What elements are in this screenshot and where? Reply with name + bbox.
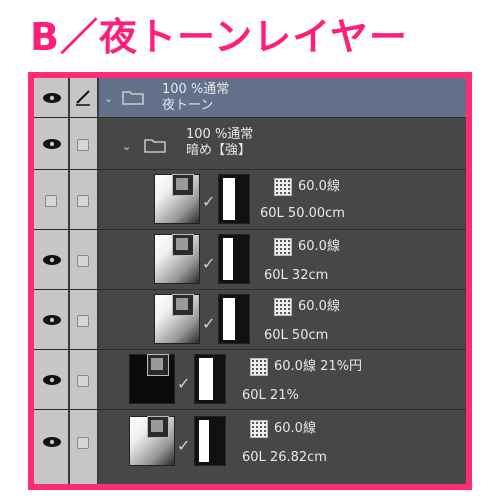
eye-icon[interactable] [42, 314, 62, 326]
mask-link-icon: ✓ [177, 374, 191, 393]
layer-folder-row[interactable]: ⌄ 100 %通常 夜トーン [34, 78, 466, 118]
mask-link-icon: ✓ [202, 314, 216, 333]
mask-thumbnail [194, 354, 226, 404]
edit-checkbox[interactable] [77, 255, 89, 267]
folder-icon [122, 91, 144, 105]
tone-badge-icon [147, 416, 169, 438]
mask-thumbnail [194, 416, 226, 466]
edit-checkbox[interactable] [77, 195, 89, 207]
tone-badge-icon [172, 234, 194, 256]
eye-icon[interactable] [42, 374, 62, 386]
tone-icon [274, 298, 292, 316]
edit-checkbox[interactable] [77, 375, 89, 387]
mask-link-icon: ✓ [202, 254, 216, 273]
tone-badge-icon [147, 354, 169, 376]
tone-badge-icon [172, 294, 194, 316]
selection-highlight [99, 78, 466, 118]
tone-info: 60.0線 [274, 421, 316, 436]
layer-row[interactable]: ✓ 60.0線 60L 50.00cm [34, 170, 466, 230]
edit-checkbox[interactable] [77, 437, 89, 449]
folder-name: 暗め【強】 [186, 143, 252, 158]
tone-info: 60.0線 [298, 179, 340, 194]
chevron-down-icon[interactable]: ⌄ [104, 92, 113, 105]
folder-icon [144, 139, 166, 153]
eye-icon[interactable] [42, 92, 62, 104]
mask-link-icon: ✓ [202, 192, 216, 211]
mask-thumbnail [218, 294, 250, 344]
eye-icon[interactable] [42, 436, 62, 448]
edit-checkbox[interactable] [77, 315, 89, 327]
layer-sub-info: 60L 32cm [264, 268, 329, 283]
layer-row[interactable]: ✓ 60.0線 21%円 60L 21% [34, 350, 466, 410]
layer-sub-info: 60L 50cm [264, 328, 329, 343]
mask-thumbnail [218, 234, 250, 284]
tone-badge-icon [172, 174, 194, 196]
folder-name: 夜トーン [162, 98, 214, 113]
edit-checkbox[interactable] [77, 139, 89, 151]
tone-icon [250, 358, 268, 376]
tone-info: 60.0線 21%円 [274, 359, 362, 374]
chevron-down-icon[interactable]: ⌄ [122, 140, 131, 153]
tone-info: 60.0線 [298, 299, 340, 314]
tone-info: 60.0線 [298, 239, 340, 254]
layer-panel: ⌄ 100 %通常 夜トーン ⌄ 100 %通常 暗め【強】 ✓ 60.0線 6… [28, 72, 472, 490]
tone-icon [274, 238, 292, 256]
layer-sub-info: 60L 26.82cm [242, 450, 327, 465]
page-title: B／夜トーンレイヤー [30, 15, 408, 59]
pen-icon[interactable] [74, 88, 92, 106]
layer-row[interactable]: ✓ 60.0線 60L 26.82cm [34, 410, 466, 484]
layer-sub-info: 60L 21% [242, 388, 299, 403]
folder-mode: 100 %通常 [186, 127, 254, 142]
eye-icon[interactable] [42, 138, 62, 150]
layer-row[interactable]: ✓ 60.0線 60L 50cm [34, 290, 466, 350]
folder-mode: 100 %通常 [162, 82, 230, 97]
mask-link-icon: ✓ [177, 436, 191, 455]
eye-icon[interactable] [42, 254, 62, 266]
tone-icon [274, 178, 292, 196]
visibility-checkbox[interactable] [45, 195, 57, 207]
layer-row[interactable]: ✓ 60.0線 60L 32cm [34, 230, 466, 290]
mask-thumbnail [218, 174, 250, 224]
layer-sub-info: 60L 50.00cm [260, 206, 345, 221]
layer-folder-row[interactable]: ⌄ 100 %通常 暗め【強】 [34, 118, 466, 170]
tone-icon [250, 420, 268, 438]
